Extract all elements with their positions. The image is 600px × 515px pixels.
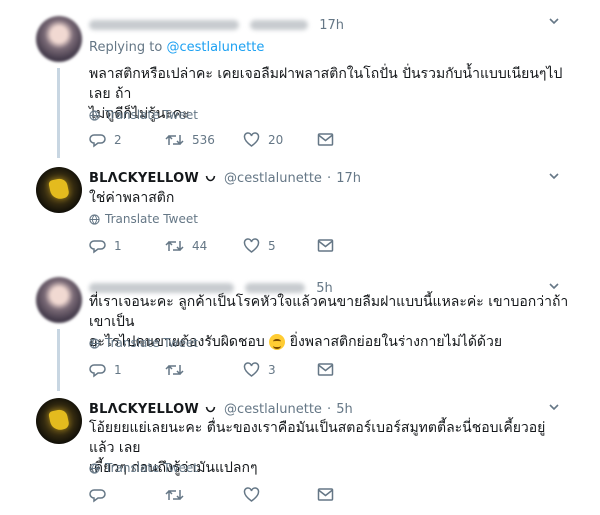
tweet-time[interactable]: 17h — [319, 18, 344, 33]
reply-button[interactable]: 1 — [89, 362, 122, 378]
globe-icon — [89, 462, 100, 474]
avatar-logo-icon — [48, 177, 70, 201]
tweet-1[interactable]: 17h Replying to @cestlalunette พลาสติกหร… — [0, 12, 600, 160]
message-icon — [317, 239, 334, 252]
retweet-button[interactable]: 536 — [165, 132, 215, 148]
translate-tweet-link[interactable]: Translate Tweet — [89, 108, 198, 122]
retweet-icon — [165, 134, 184, 146]
translate-tweet-link[interactable]: Translate Tweet — [89, 461, 198, 475]
translate-tweet-link[interactable]: Translate Tweet — [89, 212, 198, 226]
avatar[interactable] — [36, 398, 82, 444]
reply-icon — [89, 134, 106, 148]
like-button[interactable]: 3 — [243, 362, 276, 378]
tweet-header: BLΛCKYELLOW @cestlalunette · 5h — [89, 398, 580, 420]
avatar[interactable] — [36, 277, 82, 323]
like-button[interactable]: 20 — [243, 132, 283, 148]
chevron-down-icon[interactable] — [548, 401, 560, 413]
reply-button[interactable]: 2 — [89, 132, 122, 148]
like-icon — [243, 487, 260, 502]
retweet-button[interactable]: 44 — [165, 238, 207, 254]
replying-to-label: Replying to — [89, 40, 163, 55]
tweet-text-line: โอ้ยยยแย่เลยนะคะ ตื่นะของเราคือมันเป็นสต… — [89, 420, 546, 456]
retweet-icon — [165, 364, 184, 376]
retweet-count: 536 — [192, 133, 215, 147]
globe-icon — [89, 213, 100, 225]
translate-tweet-link[interactable]: Translate Tweet — [89, 336, 198, 350]
like-icon — [243, 362, 260, 377]
reply-icon — [89, 364, 106, 378]
thread-line — [57, 329, 60, 391]
like-button[interactable] — [243, 487, 268, 503]
tweet-text-line: ใช่ค่าพลาสติก — [89, 190, 175, 206]
reply-count: 2 — [114, 133, 122, 147]
replying-to: Replying to @cestlalunette — [89, 40, 264, 55]
globe-icon — [89, 109, 100, 121]
tweet-text-line: ที่เราเจอนะคะ ลูกค้าเป็นโรคหัวใจแล้วคนขา… — [89, 294, 569, 330]
retweet-button[interactable] — [165, 362, 192, 378]
display-name[interactable]: BLΛCKYELLOW — [89, 171, 199, 186]
tweet-text-line: พลาสติกหรือเปล่าคะ เคยเจอลืมฝาพลาสติกในโ… — [89, 66, 563, 102]
thread-line — [57, 68, 60, 158]
reply-count: 1 — [114, 239, 122, 253]
reply-button[interactable] — [89, 487, 114, 503]
tweet-3[interactable]: 5h ที่เราเจอนะคะ ลูกค้าเป็นโรคหัวใจแล้วค… — [0, 277, 600, 391]
tweet-text-segment: ยิ่งพลาสติกย่อยในร่างกายไม่ได้ด้วย — [289, 334, 503, 350]
like-count: 3 — [268, 363, 276, 377]
chevron-down-icon[interactable] — [548, 280, 560, 292]
replying-to-handle[interactable]: @cestlalunette — [166, 40, 264, 55]
redacted-handle — [250, 19, 309, 30]
reply-button[interactable]: 1 — [89, 238, 122, 254]
direct-message-button[interactable] — [317, 238, 334, 253]
translate-tweet-label: Translate Tweet — [105, 461, 198, 475]
like-count: 20 — [268, 133, 284, 147]
avatar-logo-icon — [48, 408, 70, 432]
tweet-text: ใช่ค่าพลาสติก — [89, 188, 569, 208]
like-icon — [243, 238, 260, 253]
user-handle[interactable]: @cestlalunette — [224, 171, 322, 186]
tweet-header: BLΛCKYELLOW @cestlalunette · 17h — [89, 167, 580, 189]
chevron-down-icon[interactable] — [548, 170, 560, 182]
translate-tweet-label: Translate Tweet — [105, 336, 198, 350]
redacted-display-name — [89, 282, 234, 293]
tweet-2[interactable]: BLΛCKYELLOW @cestlalunette · 17h ใช่ค่าพ… — [0, 167, 600, 267]
tweet-header: 17h — [89, 14, 580, 36]
globe-icon — [89, 337, 100, 349]
tweet-thread: 17h Replying to @cestlalunette พลาสติกหร… — [0, 0, 600, 515]
grinning-sweat-emoji-icon — [269, 334, 286, 350]
reply-count: 1 — [114, 363, 122, 377]
message-icon — [317, 488, 334, 501]
avatar[interactable] — [36, 16, 82, 62]
translate-tweet-label: Translate Tweet — [105, 212, 198, 226]
translate-tweet-label: Translate Tweet — [105, 108, 198, 122]
redacted-display-name — [89, 19, 239, 30]
smile-icon — [205, 175, 216, 181]
retweet-button[interactable] — [165, 487, 192, 503]
separator: · — [327, 402, 332, 417]
user-handle[interactable]: @cestlalunette — [224, 402, 322, 417]
retweet-icon — [165, 240, 184, 252]
direct-message-button[interactable] — [317, 487, 334, 502]
separator: · — [327, 171, 332, 186]
like-icon — [243, 132, 260, 147]
reply-icon — [89, 240, 106, 254]
retweet-count: 44 — [192, 239, 208, 253]
tweet-time[interactable]: 5h — [336, 402, 353, 417]
redacted-handle — [245, 282, 306, 293]
smile-icon — [205, 406, 216, 412]
tweet-4[interactable]: BLΛCKYELLOW @cestlalunette · 5h โอ้ยยยแย… — [0, 398, 600, 508]
message-icon — [317, 363, 334, 376]
avatar[interactable] — [36, 167, 82, 213]
like-count: 5 — [268, 239, 276, 253]
direct-message-button[interactable] — [317, 362, 334, 377]
display-name[interactable]: BLΛCKYELLOW — [89, 402, 199, 417]
direct-message-button[interactable] — [317, 132, 334, 147]
message-icon — [317, 133, 334, 146]
retweet-icon — [165, 489, 184, 501]
reply-icon — [89, 489, 106, 503]
chevron-down-icon[interactable] — [548, 15, 560, 27]
like-button[interactable]: 5 — [243, 238, 276, 254]
tweet-time[interactable]: 17h — [336, 171, 361, 186]
